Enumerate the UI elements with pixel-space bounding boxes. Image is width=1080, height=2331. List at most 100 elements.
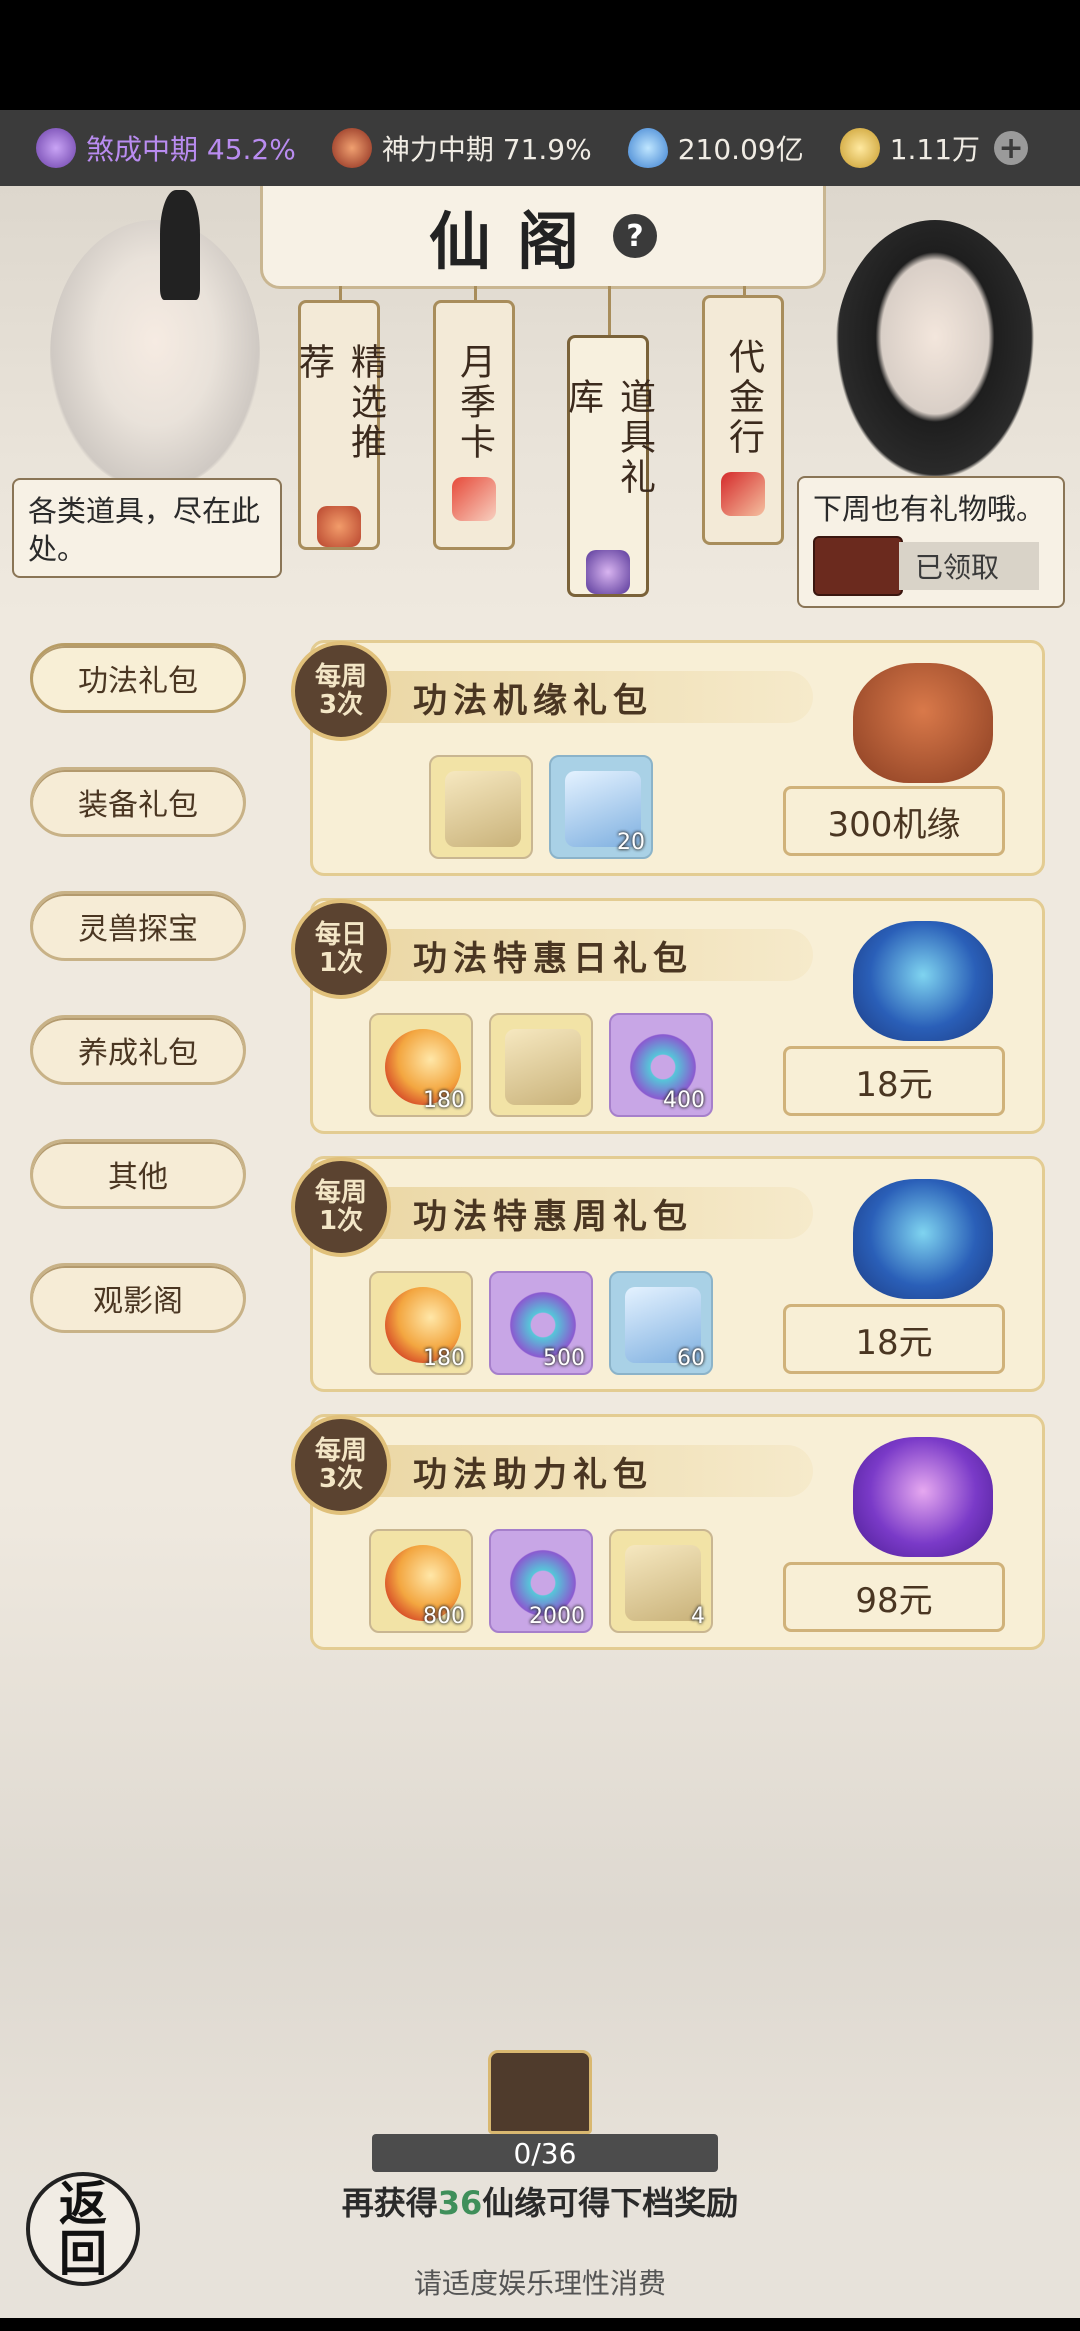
npc-left-hair-ornament bbox=[160, 190, 200, 300]
npc-left-speech: 各类道具，尽在此处。 bbox=[12, 478, 282, 578]
pack-bag-icon bbox=[853, 663, 993, 783]
item-qty: 400 bbox=[663, 1088, 705, 1113]
reward-item-blueprint[interactable]: 60 bbox=[609, 1271, 713, 1375]
reward-item-crescent[interactable]: 800 bbox=[369, 1529, 473, 1633]
realm-stat: 煞成中期 45.2% bbox=[36, 128, 296, 168]
item-qty: 180 bbox=[423, 1088, 465, 1113]
currency-stat: 1.11万 + bbox=[839, 128, 1029, 168]
frequency-bottom: 3次 bbox=[318, 690, 364, 720]
card-icon bbox=[452, 477, 496, 521]
npc-right-speech-text: 下周也有礼物哦。 bbox=[813, 492, 1046, 526]
hint-number: 36 bbox=[437, 2184, 483, 2222]
pack-card: 功法特惠日礼包 每日 1次 180 400 18元 bbox=[291, 898, 1045, 1134]
frequency-badge: 每周 3次 bbox=[291, 641, 391, 741]
reward-item-scroll[interactable] bbox=[429, 755, 533, 859]
pack-card: 功法特惠周礼包 每周 1次 180 500 60 18元 bbox=[291, 1156, 1045, 1392]
side-tab-gongfa[interactable]: 功法礼包 bbox=[30, 643, 246, 713]
tab-label: 精选推荐 bbox=[293, 343, 386, 463]
spirit-stone-text: 210.09亿 bbox=[677, 133, 804, 166]
pack-card: 功法机缘礼包 每周 3次 20 300机缘 bbox=[291, 640, 1045, 876]
item-qty: 800 bbox=[423, 1604, 465, 1629]
help-icon[interactable]: ? bbox=[613, 214, 657, 258]
item-qty: 180 bbox=[423, 1346, 465, 1371]
reward-item-jade-disc[interactable]: 500 bbox=[489, 1271, 593, 1375]
pack-title: 功法特惠周礼包 bbox=[413, 1197, 693, 1237]
tab-label: 道具礼库 bbox=[562, 378, 655, 498]
tab-voucher[interactable]: 代金行 bbox=[702, 295, 784, 545]
pack-bag-icon bbox=[853, 1437, 993, 1557]
hint-prefix: 再获得 bbox=[341, 2184, 438, 2222]
spirit-stone-icon bbox=[627, 128, 668, 168]
hint-suffix: 仙缘可得下档奖励 bbox=[482, 2184, 739, 2222]
page-title: 仙阁 bbox=[428, 205, 605, 278]
back-label: 返回 bbox=[58, 2176, 107, 2282]
power-text: 神力中期 71.9% bbox=[381, 133, 592, 166]
title-banner: 仙阁 ? bbox=[260, 186, 826, 289]
add-currency-button[interactable]: + bbox=[994, 131, 1029, 166]
frequency-bottom: 3次 bbox=[318, 1464, 364, 1494]
item-qty: 500 bbox=[543, 1346, 585, 1371]
side-tab-theater[interactable]: 观影阁 bbox=[30, 1263, 246, 1333]
reward-hint: 再获得36仙缘可得下档奖励 bbox=[0, 2178, 1080, 2224]
moderation-notice: 请适度娱乐理性消费 bbox=[413, 2267, 666, 2300]
frequency-bottom: 1次 bbox=[318, 948, 364, 978]
claim-row[interactable]: 已领取 bbox=[813, 536, 1049, 596]
resource-bar: 煞成中期 45.2% 神力中期 71.9% 210.09亿 1.11万 + bbox=[0, 110, 1080, 186]
reward-item-crescent[interactable]: 180 bbox=[369, 1013, 473, 1117]
buy-button[interactable]: 18元 bbox=[783, 1046, 1005, 1116]
pouch-icon bbox=[586, 550, 630, 594]
side-tab-other[interactable]: 其他 bbox=[30, 1139, 246, 1209]
frequency-top: 每周 bbox=[314, 1436, 367, 1466]
tab-item-library[interactable]: 道具礼库 bbox=[562, 335, 655, 597]
item-qty: 20 bbox=[617, 830, 645, 855]
item-qty: 2000 bbox=[529, 1604, 585, 1629]
pack-title: 功法助力礼包 bbox=[413, 1455, 653, 1495]
frequency-bottom: 1次 bbox=[318, 1206, 364, 1236]
currency-text: 1.11万 bbox=[889, 133, 981, 166]
reward-item-jade-disc[interactable]: 400 bbox=[609, 1013, 713, 1117]
scroll-icon bbox=[625, 1545, 701, 1621]
reward-item-crescent[interactable]: 180 bbox=[369, 1271, 473, 1375]
realm-icon bbox=[36, 128, 76, 168]
reward-progress-bar: 0/36 bbox=[372, 2134, 718, 2172]
scroll-icon bbox=[445, 771, 521, 847]
side-tab-spirit-beast[interactable]: 灵兽探宝 bbox=[30, 891, 246, 961]
tab-label: 月季卡 bbox=[454, 343, 495, 463]
progress-text: 0/36 bbox=[513, 2136, 577, 2170]
reward-item-scroll[interactable]: 4 bbox=[609, 1529, 713, 1633]
frequency-badge: 每周 1次 bbox=[291, 1157, 391, 1257]
frequency-badge: 每周 3次 bbox=[291, 1415, 391, 1515]
bottom-black-bar bbox=[0, 2318, 1080, 2331]
frequency-top: 每周 bbox=[314, 662, 367, 692]
tab-label: 代金行 bbox=[723, 338, 764, 458]
reward-item-jade-disc[interactable]: 2000 bbox=[489, 1529, 593, 1633]
power-stat: 神力中期 71.9% bbox=[331, 128, 592, 168]
pack-bag-icon bbox=[853, 921, 993, 1041]
reward-item-scroll[interactable] bbox=[489, 1013, 593, 1117]
pack-bag-icon bbox=[853, 1179, 993, 1299]
voucher-icon bbox=[721, 472, 765, 516]
tab-monthly-card[interactable]: 月季卡 bbox=[433, 300, 515, 550]
tab-featured[interactable]: 精选推荐 bbox=[293, 300, 386, 550]
side-tab-cultivation[interactable]: 养成礼包 bbox=[30, 1015, 246, 1085]
spirit-stone-stat: 210.09亿 bbox=[627, 128, 804, 168]
scroll-icon bbox=[505, 1029, 581, 1105]
gift-bag-icon bbox=[317, 506, 361, 547]
buy-button[interactable]: 300机缘 bbox=[783, 786, 1005, 856]
back-button[interactable]: 返回 bbox=[26, 2172, 140, 2286]
side-tab-equipment[interactable]: 装备礼包 bbox=[30, 767, 246, 837]
item-qty: 60 bbox=[677, 1346, 705, 1371]
item-qty: 4 bbox=[691, 1604, 705, 1629]
pavilion-reward-icon[interactable] bbox=[488, 2050, 592, 2134]
treasure-chest-icon bbox=[813, 536, 903, 596]
frequency-badge: 每日 1次 bbox=[291, 899, 391, 999]
reward-item-blueprint[interactable]: 20 bbox=[549, 755, 653, 859]
top-black-area bbox=[0, 0, 1080, 110]
claimed-label: 已领取 bbox=[899, 542, 1040, 590]
xianyuan-coin-icon bbox=[839, 128, 880, 168]
frequency-top: 每日 bbox=[314, 920, 367, 950]
buy-button[interactable]: 98元 bbox=[783, 1562, 1005, 1632]
buy-button[interactable]: 18元 bbox=[783, 1304, 1005, 1374]
npc-right-portrait bbox=[835, 220, 1035, 480]
realm-text: 煞成中期 45.2% bbox=[86, 133, 296, 166]
